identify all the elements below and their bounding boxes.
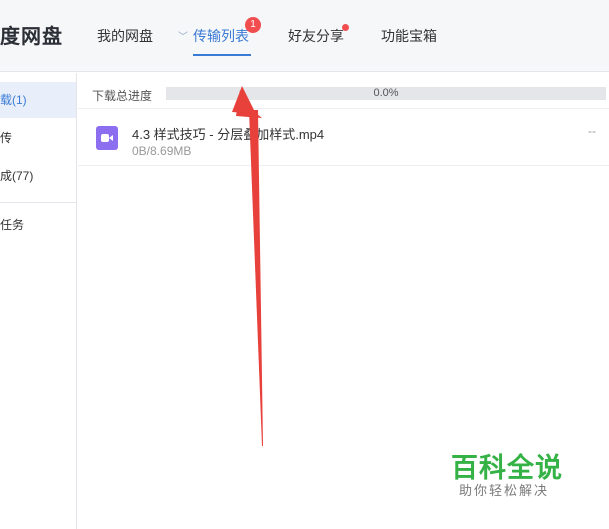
watermark-subtitle: 助你轻松解决 <box>459 483 550 498</box>
